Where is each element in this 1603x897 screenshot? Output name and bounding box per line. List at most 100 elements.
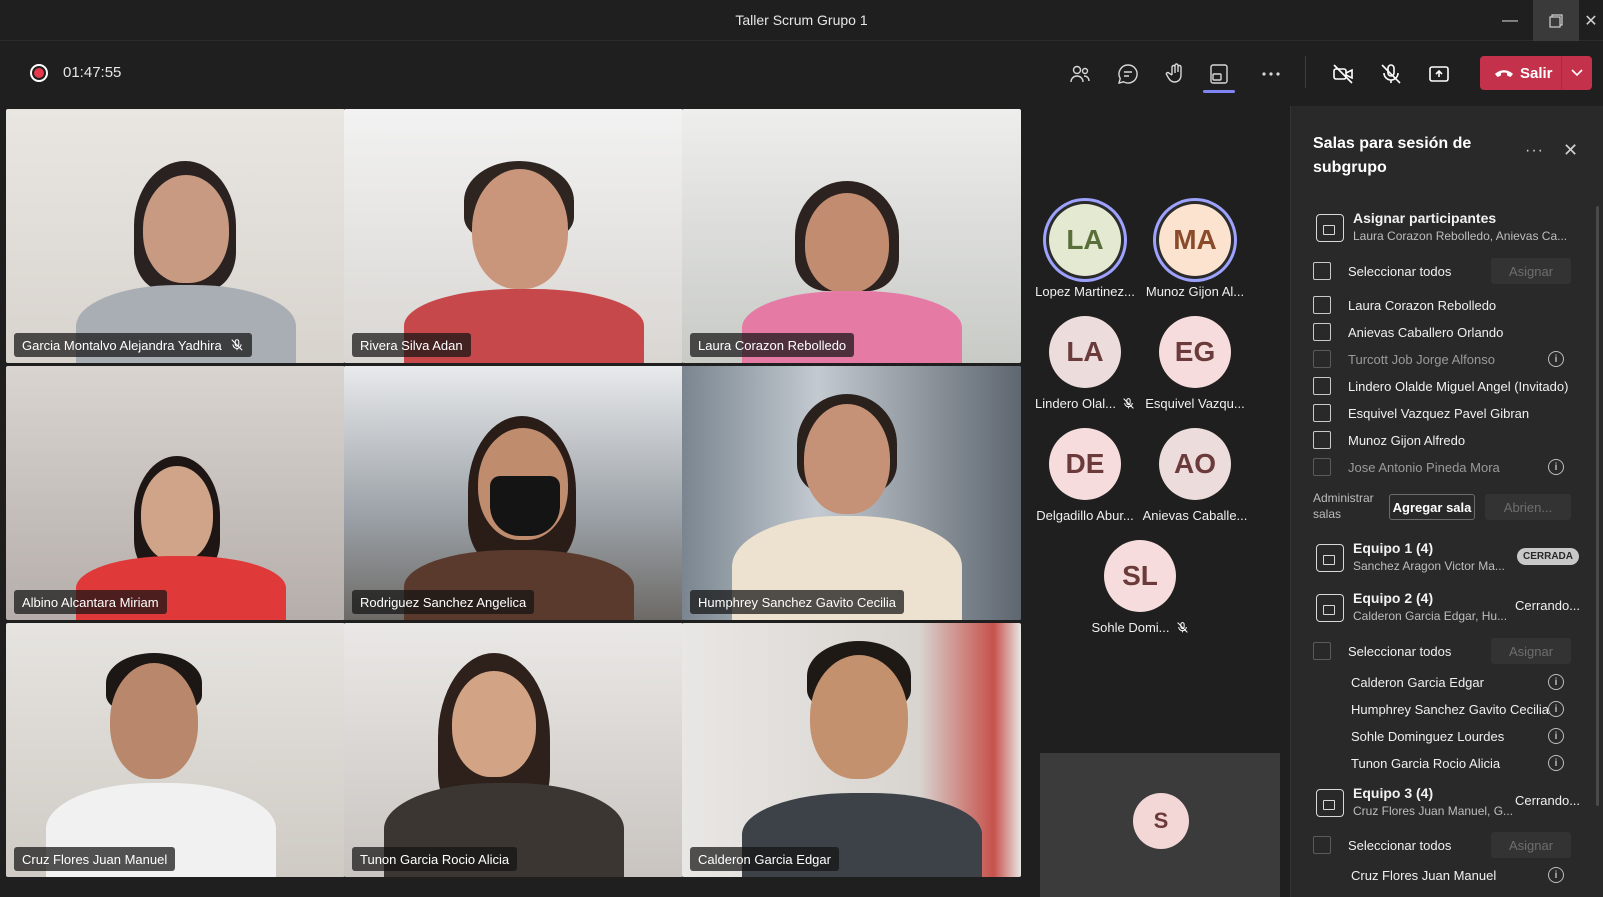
avatar: DE <box>1049 428 1121 500</box>
phone-hangup-icon <box>1495 70 1513 77</box>
avatar: EG <box>1159 316 1231 388</box>
chevron-down-icon[interactable] <box>1562 56 1592 90</box>
room-member: Calderon Garcia Edgar <box>1351 675 1484 690</box>
room-title[interactable]: Equipo 1 (4) <box>1353 540 1433 556</box>
participant-avatar[interactable]: SL Sohle Domi... <box>1085 540 1195 635</box>
share-icon[interactable] <box>1423 58 1455 90</box>
checkbox[interactable] <box>1313 262 1331 280</box>
video-tile[interactable]: Calderon Garcia Edgar <box>682 623 1021 877</box>
mic-off-icon[interactable] <box>1375 58 1407 90</box>
name-tag: Tunon Garcia Rocio Alicia <box>352 847 518 871</box>
video-tile[interactable]: Laura Corazon Rebolledo <box>682 109 1021 363</box>
participant-row[interactable]: Laura Corazon Rebolledo <box>1313 294 1496 316</box>
checkbox[interactable] <box>1313 296 1331 314</box>
chat-icon[interactable] <box>1112 58 1144 90</box>
active-tab-indicator <box>1203 90 1235 93</box>
panel-scrollbar[interactable] <box>1596 206 1599 806</box>
checkbox[interactable] <box>1313 431 1331 449</box>
restore-icon[interactable] <box>1533 0 1579 41</box>
participant-name: Laura Corazon Rebolledo <box>698 337 847 353</box>
assign-button[interactable]: Asignar <box>1491 832 1571 858</box>
assign-subtitle: Laura Corazon Rebolledo, Anievas Ca... <box>1353 229 1568 243</box>
video-tile[interactable]: Albino Alcantara Miriam <box>6 366 345 620</box>
status-badge: CERRADA <box>1517 548 1579 565</box>
open-rooms-button[interactable]: Abrien... <box>1485 494 1571 520</box>
more-icon[interactable]: ··· <box>1525 142 1544 160</box>
name-tag: Rodriguez Sanchez Angelica <box>352 590 535 614</box>
close-icon[interactable]: ✕ <box>1579 0 1603 41</box>
mic-off-icon <box>231 339 243 351</box>
checkbox[interactable] <box>1313 377 1331 395</box>
assign-button[interactable]: Asignar <box>1491 638 1571 664</box>
avatar: LA <box>1049 204 1121 276</box>
participant-row[interactable]: Lindero Olalde Miguel Angel (Invitado) <box>1313 375 1568 397</box>
room-icon <box>1316 544 1344 572</box>
minimize-icon[interactable]: — <box>1487 0 1533 41</box>
avatar: SL <box>1104 540 1176 612</box>
participant-avatar[interactable]: MA Munoz Gijon Al... <box>1140 204 1250 299</box>
room-member: Tunon Garcia Rocio Alicia <box>1351 756 1501 771</box>
leave-label: Salir <box>1520 64 1553 82</box>
participant-avatar[interactable]: LA Lopez Martinez... <box>1030 204 1140 299</box>
info-icon[interactable]: i <box>1548 459 1564 475</box>
participant-name: Munoz Gijon Alfredo <box>1348 432 1466 448</box>
video-tile[interactable]: Garcia Montalvo Alejandra Yadhira <box>6 109 345 363</box>
participant-name: Laura Corazon Rebolledo <box>1348 297 1497 313</box>
avatar-label: Lopez Martinez... <box>1035 284 1135 299</box>
name-tag: Rivera Silva Adan <box>352 333 471 357</box>
info-icon[interactable]: i <box>1548 728 1564 744</box>
select-all-row[interactable]: Seleccionar todos <box>1313 260 1451 282</box>
participant-name: Humphrey Sanchez Gavito Cecilia <box>698 594 896 610</box>
video-tile-speaking[interactable]: Humphrey Sanchez Gavito Cecilia <box>682 366 1021 620</box>
avatar-label: Lindero Olal... <box>1035 396 1116 411</box>
name-tag: Cruz Flores Juan Manuel <box>14 847 176 871</box>
avatar-label: Delgadillo Abur... <box>1036 508 1134 523</box>
manage-rooms-label: Administrar salas <box>1313 491 1374 521</box>
info-icon[interactable]: i <box>1548 755 1564 771</box>
leave-main[interactable]: Salir <box>1480 56 1561 90</box>
checkbox[interactable] <box>1313 323 1331 341</box>
participant-avatar[interactable]: AO Anievas Caballe... <box>1140 428 1250 523</box>
recording-icon <box>30 64 48 82</box>
leave-button[interactable]: Salir <box>1480 56 1592 90</box>
participant-name: Lindero Olalde Miguel Angel (Invitado) <box>1348 378 1569 394</box>
checkbox <box>1313 836 1331 854</box>
checkbox[interactable] <box>1313 404 1331 422</box>
video-tile[interactable]: Rivera Silva Adan <box>344 109 683 363</box>
room-member: Sohle Dominguez Lourdes <box>1351 729 1505 744</box>
participant-row[interactable]: Anievas Caballero Orlando <box>1313 321 1503 343</box>
assign-title[interactable]: Asignar participantes <box>1353 210 1496 226</box>
participant-name: Calderon Garcia Edgar <box>698 851 831 867</box>
video-tile-speaking[interactable]: Rodriguez Sanchez Angelica <box>344 366 683 620</box>
close-icon[interactable]: ✕ <box>1563 140 1578 161</box>
participant-name: Rivera Silva Adan <box>360 337 463 353</box>
meeting-toolbar: 01:47:55 Salir <box>0 42 1603 106</box>
info-icon[interactable]: i <box>1548 701 1564 717</box>
toolbar-separator <box>1305 56 1306 88</box>
participant-row: Jose Antonio Pineda Mora <box>1313 456 1500 478</box>
participant-avatar[interactable]: LA Lindero Olal... <box>1030 316 1140 411</box>
avatar: AO <box>1159 428 1231 500</box>
checkbox <box>1313 350 1331 368</box>
video-tile[interactable]: Cruz Flores Juan Manuel <box>6 623 345 877</box>
participant-row[interactable]: Munoz Gijon Alfredo <box>1313 429 1465 451</box>
raise-hand-icon[interactable] <box>1160 58 1192 90</box>
participant-avatar[interactable]: EG Esquivel Vazqu... <box>1140 316 1250 411</box>
camera-off-icon[interactable] <box>1327 58 1359 90</box>
participant-avatar[interactable]: DE Delgadillo Abur... <box>1030 428 1140 523</box>
info-icon[interactable]: i <box>1548 867 1564 883</box>
breakout-rooms-icon[interactable] <box>1203 58 1235 90</box>
participant-name: Turcott Job Jorge Alfonso <box>1348 351 1495 367</box>
more-icon[interactable] <box>1255 58 1287 90</box>
people-icon[interactable] <box>1064 58 1096 90</box>
assign-button[interactable]: Asignar <box>1491 258 1571 284</box>
room-title[interactable]: Equipo 2 (4) <box>1353 590 1433 606</box>
participant-row[interactable]: Esquivel Vazquez Pavel Gibran <box>1313 402 1529 424</box>
participant-name: Rodriguez Sanchez Angelica <box>360 594 527 610</box>
info-icon[interactable]: i <box>1548 351 1564 367</box>
info-icon[interactable]: i <box>1548 674 1564 690</box>
avatar-label: Anievas Caballe... <box>1142 508 1248 523</box>
add-room-button[interactable]: Agregar sala <box>1389 494 1475 520</box>
video-tile[interactable]: Tunon Garcia Rocio Alicia <box>344 623 683 877</box>
room-title[interactable]: Equipo 3 (4) <box>1353 785 1433 801</box>
